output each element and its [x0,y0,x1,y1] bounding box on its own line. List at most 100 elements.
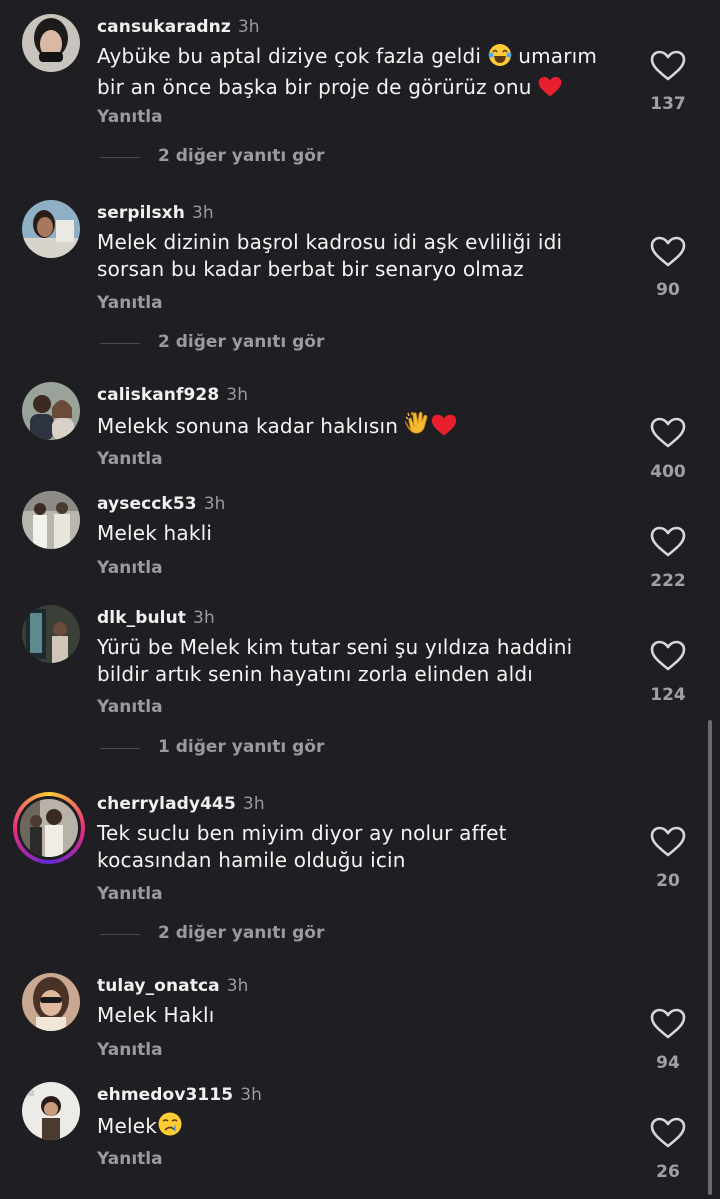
crying-face-emoji-icon [157,1111,183,1144]
like-count: 94 [656,1053,680,1073]
reply-button[interactable]: Yanıtla [97,1040,163,1060]
comment-text: Melekk sonuna kadar haklısın [97,411,617,444]
like-count: 20 [656,871,680,891]
heart-icon [650,640,686,672]
divider-line [100,748,140,749]
comment-text-line: Aybüke bu aptal diziye çok fazla geldi [97,44,482,68]
avatar[interactable] [22,605,80,663]
username-text[interactable]: cherrylady445 [97,794,236,814]
comment-text-line: Melek [97,1114,158,1138]
username[interactable]: ehmedov3115 3h [97,1085,262,1105]
comment-text-line: Melekk sonuna kadar haklısın [97,414,399,438]
comment-text-line: bir an önce başka bir proje de görürüz o… [97,75,532,99]
like-button[interactable] [650,826,686,858]
comment-text-line: umarım [518,44,598,68]
like-count: 124 [650,685,686,705]
comment-text: Melek hakli [97,520,617,547]
username-text[interactable]: tulay_onatca [97,976,220,996]
timestamp: 3h [193,608,215,628]
username-text[interactable]: cansukaradnz [97,17,231,37]
comment-text: Melek [97,1111,617,1144]
timestamp: 3h [226,385,249,405]
heart-icon [650,236,686,268]
timestamp: 3h [237,17,260,37]
username[interactable]: tulay_onatca 3h [97,976,249,996]
avatar[interactable] [22,14,80,72]
like-count: 137 [650,94,686,114]
timestamp: 3h [203,494,226,514]
avatar[interactable] [22,382,80,440]
avatar[interactable] [17,796,81,860]
scrollbar[interactable] [708,720,712,1195]
view-more-replies-label[interactable]: 2 diğer yanıtı gör [158,923,324,943]
divider-line [100,343,140,344]
view-more-replies-label[interactable]: 2 diğer yanıtı gör [158,332,324,352]
comment-text-line: Melek Haklı [97,1003,215,1027]
comment-text-line: sorsan bu kadar berbat bir senaryo olmaz [97,257,524,281]
username[interactable]: cherrylady445 3h [97,794,265,814]
reply-button[interactable]: Yanıtla [97,1149,163,1169]
comment-text: Melek dizinin başrol kadrosu idi aşk evl… [97,229,617,283]
like-button[interactable] [650,1008,686,1040]
comment-text-line: kocasından hamile olduğu icin [97,848,406,872]
reply-button[interactable]: Yanıtla [97,449,163,469]
reply-button[interactable]: Yanıtla [97,107,163,127]
reply-button[interactable]: Yanıtla [97,293,163,313]
heart-icon [650,50,686,82]
comment-text: Tek suclu ben miyim diyor ay nolur affet… [97,820,617,874]
heart-icon [650,417,686,449]
like-button[interactable] [650,417,686,449]
red-heart-emoji-icon [538,76,562,105]
like-button[interactable] [650,236,686,268]
red-heart-emoji-icon [431,414,457,444]
view-more-replies-label[interactable]: 1 diğer yanıtı gör [158,737,324,757]
divider-line [100,157,140,158]
comment-text-line: Melek dizinin başrol kadrosu idi aşk evl… [97,230,563,254]
like-button[interactable] [650,50,686,82]
heart-icon [650,826,686,858]
username-text[interactable]: dlk_bulut [97,608,186,628]
comment-text-line: bildir artık senin hayatını zorla elinde… [97,662,533,686]
heart-icon [650,1008,686,1040]
comment-text-line: Yürü be Melek kim tutar seni şu yıldıza … [97,635,573,659]
username[interactable]: cansukaradnz 3h [97,17,260,37]
timestamp: 3h [226,976,249,996]
heart-icon [650,1117,686,1149]
username-text[interactable]: serpilsxh [97,203,185,223]
comment-text-line: Tek suclu ben miyim diyor ay nolur affet [97,821,507,845]
reply-button[interactable]: Yanıtla [97,884,163,904]
comment-text: Melek Haklı [97,1002,617,1029]
like-button[interactable] [650,526,686,558]
reply-button[interactable]: Yanıtla [97,558,163,578]
username[interactable]: serpilsxh 3h [97,203,214,223]
laughing-tears-emoji-icon [488,43,512,74]
avatar[interactable] [22,200,80,258]
like-count: 90 [656,280,680,300]
username[interactable]: caliskanf928 3h [97,385,248,405]
avatar-story-ring[interactable] [13,792,85,864]
reply-button[interactable]: Yanıtla [97,697,163,717]
username-text[interactable]: ehmedov3115 [97,1085,233,1105]
username-text[interactable]: aysecck53 [97,494,197,514]
avatar[interactable] [22,973,80,1031]
avatar[interactable] [22,491,80,549]
view-more-replies-label[interactable]: 2 diğer yanıtı gör [158,146,324,166]
comment-text-line: Melek hakli [97,521,213,545]
username-text[interactable]: caliskanf928 [97,385,219,405]
username[interactable]: dlk_bulut 3h [97,608,215,628]
comment-text: Yürü be Melek kim tutar seni şu yıldıza … [97,634,617,688]
divider-line [100,934,140,935]
username[interactable]: aysecck53 3h [97,494,226,514]
like-count: 222 [650,571,686,591]
timestamp: 3h [191,203,214,223]
comment-text: Aybüke bu aptal diziye çok fazla geldi u… [97,43,617,105]
like-button[interactable] [650,640,686,672]
timestamp: 3h [242,794,265,814]
heart-icon [650,526,686,558]
like-button[interactable] [650,1117,686,1149]
like-count: 26 [656,1162,680,1182]
clapping-hands-emoji-icon [404,411,431,444]
avatar[interactable] [22,1082,80,1140]
like-count: 400 [650,462,686,482]
timestamp: 3h [240,1085,263,1105]
